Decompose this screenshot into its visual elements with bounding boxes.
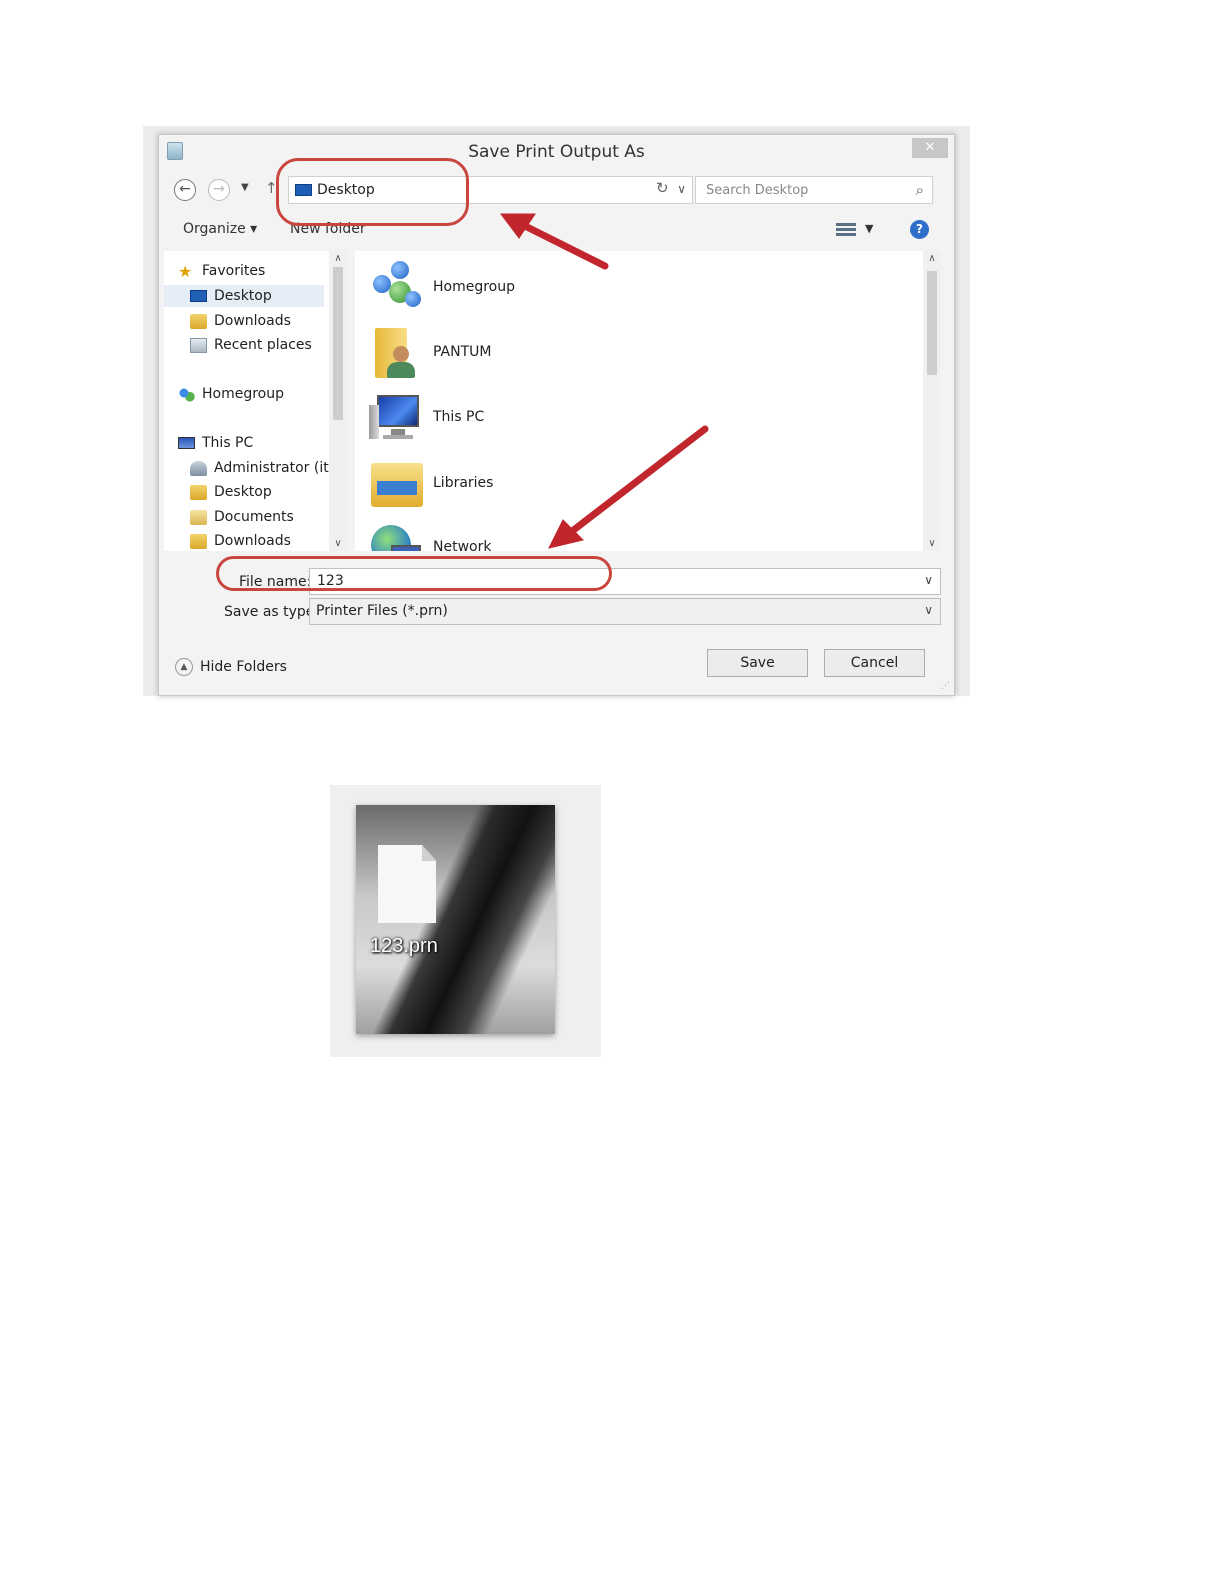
- address-bar[interactable]: Desktop ∨: [288, 176, 693, 204]
- libraries-icon: [369, 455, 425, 511]
- desktop-screenshot: 123.prn: [330, 785, 601, 1057]
- list-item-label: PANTUM: [433, 344, 492, 360]
- address-text: Desktop: [317, 182, 375, 198]
- file-name-value: 123: [317, 573, 344, 589]
- nav-item-downloads-2[interactable]: Downloads: [190, 530, 291, 551]
- nav-item-homegroup[interactable]: Homegroup: [178, 383, 284, 405]
- user-folder-icon: [369, 324, 425, 380]
- desktop-icon: [190, 290, 207, 302]
- scroll-down-icon[interactable]: ∨: [923, 538, 941, 549]
- nav-item-documents[interactable]: Documents: [190, 506, 294, 528]
- nav-item-recent-places[interactable]: Recent places: [190, 334, 312, 356]
- nav-item-label: This PC: [202, 435, 254, 451]
- file-name-label: File name:: [239, 574, 312, 590]
- chevron-down-icon[interactable]: ∨: [924, 573, 933, 587]
- nav-item-desktop[interactable]: Desktop: [164, 285, 324, 307]
- this-pc-icon: [178, 437, 195, 449]
- nav-item-favorites[interactable]: ★ Favorites: [178, 260, 265, 282]
- network-icon: [369, 519, 425, 551]
- scroll-up-icon[interactable]: ∧: [329, 253, 347, 264]
- list-item-label: Homegroup: [433, 279, 516, 295]
- star-icon: ★: [178, 261, 193, 281]
- user-folder-icon: [190, 460, 207, 476]
- title-bar: Save Print Output As ✕: [159, 135, 954, 169]
- organize-button[interactable]: Organize ▾: [183, 221, 257, 237]
- file-list: Homegroup PANTUM This PC Libraries Netwo…: [355, 251, 941, 551]
- downloads-icon: [190, 533, 207, 549]
- scroll-down-icon[interactable]: ∨: [329, 538, 347, 549]
- hide-folders-button[interactable]: ▲ Hide Folders: [175, 658, 287, 676]
- desktop-wallpaper: 123.prn: [356, 805, 555, 1034]
- recent-places-icon: [190, 337, 207, 353]
- documents-icon: [190, 509, 207, 525]
- nav-item-label: Favorites: [202, 263, 266, 279]
- list-item-network[interactable]: Network: [369, 517, 491, 551]
- nav-item-administrator[interactable]: Administrator (it-: [190, 457, 334, 479]
- file-name-field[interactable]: 123 ∨: [309, 568, 941, 595]
- chevron-down-icon[interactable]: ∨: [924, 603, 933, 617]
- desktop-file-label[interactable]: 123.prn: [370, 935, 438, 958]
- scroll-thumb[interactable]: [333, 267, 343, 420]
- nav-item-label: Downloads: [214, 533, 291, 549]
- chevron-down-icon[interactable]: ∨: [677, 182, 686, 196]
- content-scrollbar[interactable]: ∧ ∨: [923, 251, 941, 551]
- save-button[interactable]: Save: [707, 649, 808, 677]
- save-as-type-select[interactable]: Printer Files (*.prn) ∨: [309, 598, 941, 625]
- refresh-icon[interactable]: ↻: [656, 179, 669, 197]
- nav-item-downloads[interactable]: Downloads: [190, 310, 291, 332]
- back-arrow-icon[interactable]: ←: [174, 179, 196, 201]
- this-pc-icon: [369, 389, 425, 445]
- forward-arrow-icon[interactable]: →: [208, 179, 230, 201]
- nav-item-label: Downloads: [214, 313, 291, 329]
- chevron-up-icon: ▲: [175, 658, 193, 676]
- search-input[interactable]: Search Desktop ⌕: [695, 176, 933, 204]
- search-icon[interactable]: ⌕: [916, 181, 924, 199]
- navigation-pane: ★ Favorites Desktop Downloads Recent pla…: [164, 251, 347, 551]
- list-item-label: This PC: [433, 409, 485, 425]
- views-dropdown-icon[interactable]: ▼: [865, 222, 873, 235]
- homegroup-icon: [369, 259, 425, 315]
- list-item-label: Network: [433, 539, 492, 551]
- nav-item-label: Recent places: [214, 337, 312, 353]
- save-dialog: Save Print Output As ✕ ← → ▼ ↑ Desktop ∨…: [158, 134, 955, 696]
- scroll-up-icon[interactable]: ∧: [923, 253, 941, 264]
- up-arrow-icon[interactable]: ↑: [265, 179, 278, 197]
- dialog-title: Save Print Output As: [468, 142, 645, 162]
- downloads-icon: [190, 313, 207, 329]
- nav-scrollbar[interactable]: ∧ ∨: [329, 251, 347, 551]
- new-folder-button[interactable]: New folder: [290, 221, 366, 237]
- list-item-this-pc[interactable]: This PC: [369, 387, 484, 447]
- dialog-screenshot: Save Print Output As ✕ ← → ▼ ↑ Desktop ∨…: [143, 126, 970, 696]
- homegroup-icon: [178, 386, 195, 402]
- search-placeholder: Search Desktop: [706, 183, 809, 198]
- desktop-icon: [295, 184, 312, 196]
- close-button[interactable]: ✕: [912, 138, 948, 158]
- help-icon[interactable]: ?: [910, 220, 929, 239]
- nav-item-desktop-2[interactable]: Desktop: [190, 481, 272, 503]
- save-as-type-label: Save as type:: [224, 604, 320, 620]
- save-as-type-value: Printer Files (*.prn): [316, 603, 448, 619]
- cancel-button[interactable]: Cancel: [824, 649, 925, 677]
- nav-item-label: Desktop: [214, 288, 272, 304]
- scroll-thumb[interactable]: [927, 271, 937, 375]
- nav-item-this-pc[interactable]: This PC: [178, 432, 253, 454]
- hide-folders-label: Hide Folders: [200, 659, 287, 675]
- list-item-libraries[interactable]: Libraries: [369, 453, 493, 513]
- list-item-pantum[interactable]: PANTUM: [369, 322, 491, 382]
- resize-grip-icon[interactable]: ⋰: [941, 681, 950, 691]
- recent-locations-dropdown-icon[interactable]: ▼: [241, 182, 249, 193]
- list-item-homegroup[interactable]: Homegroup: [369, 257, 515, 317]
- list-item-label: Libraries: [433, 475, 494, 491]
- folder-icon: [190, 484, 207, 500]
- nav-item-label: Documents: [214, 509, 294, 525]
- nav-item-label: Homegroup: [202, 386, 285, 402]
- nav-item-label: Administrator (it-: [214, 460, 334, 476]
- nav-item-label: Desktop: [214, 484, 272, 500]
- views-icon[interactable]: [836, 221, 856, 239]
